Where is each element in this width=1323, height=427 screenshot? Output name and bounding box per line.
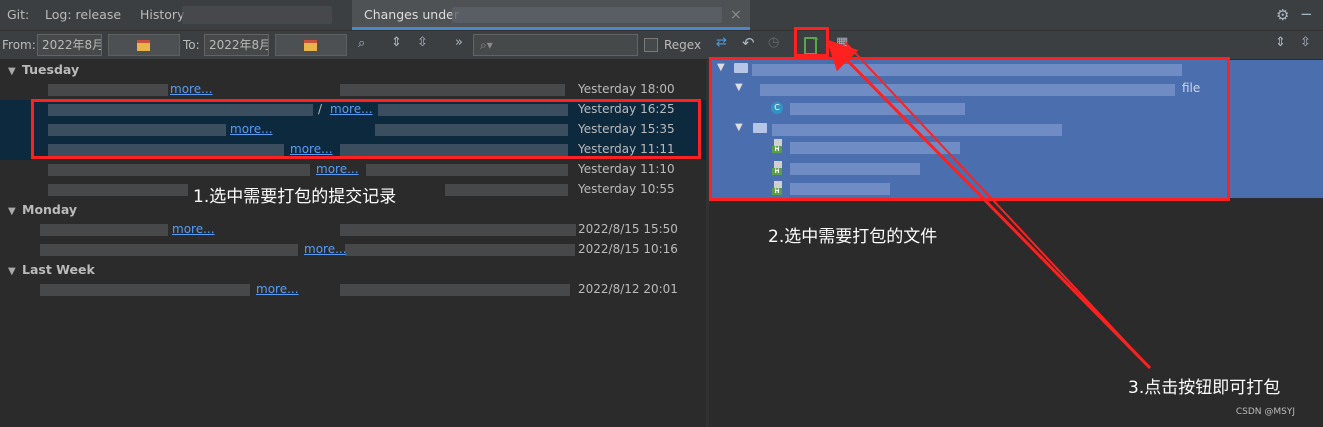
annotation-arrow (826, 39, 1152, 370)
watermark: CSDN @MSYJ (1235, 407, 1295, 417)
annotation-arrow (844, 41, 1151, 369)
annotation-arrows (826, 39, 1152, 370)
